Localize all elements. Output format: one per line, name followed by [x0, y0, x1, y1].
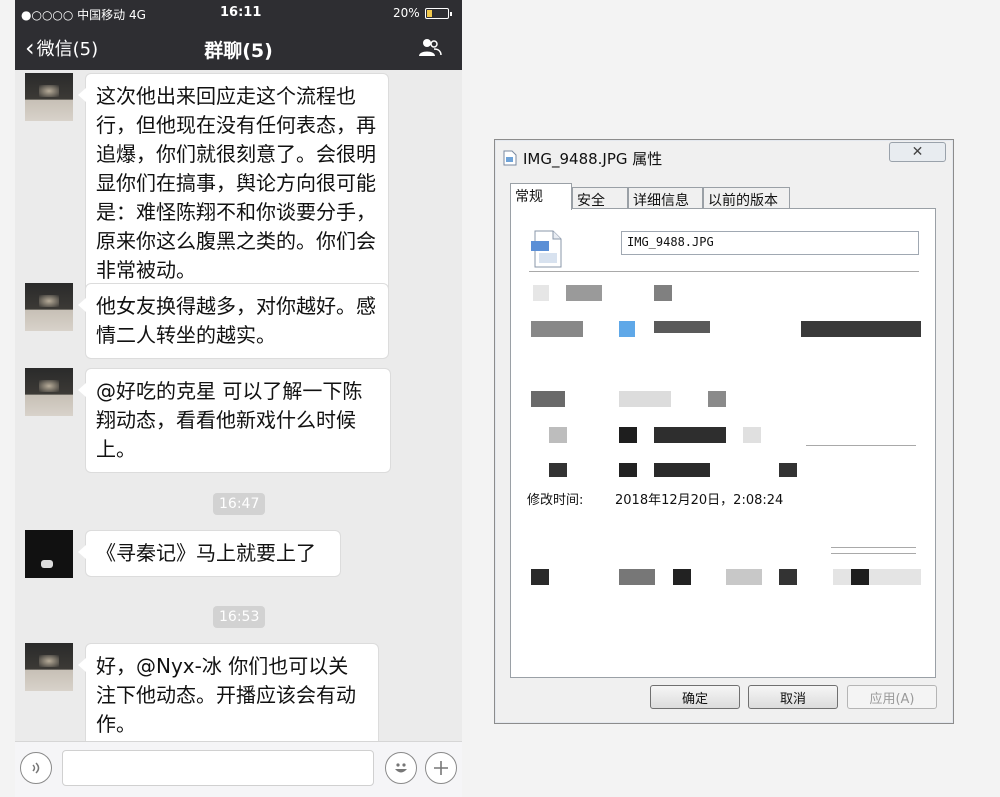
avatar[interactable]	[25, 73, 73, 121]
message-bubble[interactable]: @好吃的克星 可以了解一下陈翔动态，看看他新戏什么时候上。	[78, 368, 391, 473]
voice-icon	[32, 762, 40, 774]
ok-button[interactable]: 确定	[650, 685, 740, 709]
redacted-block	[531, 569, 549, 585]
message-bubble[interactable]: 好，@Nyx-冰 你们也可以关注下他动态。开播应该会有动作。	[78, 643, 379, 748]
redacted-block	[654, 427, 726, 443]
apply-button[interactable]: 应用(A)	[847, 685, 937, 709]
chat-title: 群聊(5)	[204, 40, 273, 62]
image-file-icon	[503, 150, 517, 166]
filename-field[interactable]: IMG_9488.JPG	[621, 231, 919, 255]
redacted-block	[549, 427, 567, 443]
battery-percent: 20%	[393, 6, 420, 20]
avatar[interactable]	[25, 530, 73, 578]
emoji-icon	[395, 763, 407, 773]
redacted-block	[851, 569, 869, 585]
redacted-block	[566, 285, 602, 301]
redacted-block	[779, 569, 797, 585]
redacted-block	[619, 321, 635, 337]
status-bar: ●○○○○ 中国移动 4G 16:11 20%	[15, 0, 462, 27]
redacted-block	[779, 463, 797, 477]
voice-button[interactable]	[20, 752, 52, 784]
wechat-phone-screen: ●○○○○ 中国移动 4G 16:11 20% ‹ 微信(5) 群聊(5) 这次…	[15, 0, 462, 797]
redacted-block	[619, 463, 637, 477]
redacted-block	[654, 321, 710, 333]
jpg-file-icon	[531, 230, 562, 268]
close-button[interactable]: ✕	[889, 142, 946, 162]
dialog-title: IMG_9488.JPG 属性	[523, 150, 663, 168]
redacted-block	[549, 463, 567, 477]
redacted-block	[743, 427, 761, 443]
redacted-block	[801, 321, 921, 337]
redacted-block	[531, 391, 565, 407]
close-icon: ✕	[911, 144, 924, 160]
general-tab-panel: IMG_9488.JPG 修改时间: 2018年12月20日，2:08:24	[510, 208, 936, 678]
dialog-titlebar[interactable]: IMG_9488.JPG 属性 ✕	[495, 140, 953, 176]
redacted-block	[708, 391, 726, 407]
battery-icon	[425, 8, 452, 19]
plus-icon	[434, 761, 448, 775]
redacted-block	[619, 427, 637, 443]
tab-previous-versions[interactable]: 以前的版本	[703, 187, 790, 209]
message-bubble[interactable]: 这次他出来回应走这个流程也行，但他现在没有任何表态，再追爆，你们就很刻意了。会很…	[78, 73, 389, 294]
message-bubble[interactable]: 《寻秦记》马上就要上了	[78, 530, 341, 577]
timestamp: 16:53	[213, 606, 266, 628]
redacted-block	[673, 569, 691, 585]
redacted-block	[533, 285, 549, 301]
redacted-block	[726, 569, 762, 585]
group-members-icon[interactable]	[418, 37, 442, 59]
tab-details[interactable]: 详细信息	[628, 187, 703, 209]
redacted-block	[654, 285, 672, 301]
separator	[831, 547, 916, 548]
chat-input-bar	[15, 741, 462, 797]
separator	[831, 553, 916, 554]
avatar[interactable]	[25, 368, 73, 416]
file-properties-dialog: IMG_9488.JPG 属性 ✕ 常规 安全 详细信息 以前的版本 IMG_9…	[494, 139, 954, 724]
tab-security[interactable]: 安全	[572, 187, 628, 209]
redacted-block	[619, 569, 655, 585]
avatar[interactable]	[25, 643, 73, 691]
chat-navbar: ‹ 微信(5) 群聊(5)	[15, 27, 462, 70]
message-input[interactable]	[62, 750, 374, 786]
tab-general[interactable]: 常规	[510, 183, 572, 210]
separator	[529, 271, 919, 272]
carrier-label: ●○○○○ 中国移动 4G	[21, 8, 146, 22]
modified-value: 2018年12月20日，2:08:24	[615, 493, 784, 508]
emoji-button[interactable]	[385, 752, 417, 784]
redacted-block	[619, 391, 671, 407]
add-button[interactable]	[425, 752, 457, 784]
redacted-block	[654, 463, 710, 477]
redacted-block	[833, 569, 921, 585]
clock: 16:11	[220, 5, 262, 20]
separator	[806, 445, 916, 446]
message-bubble[interactable]: 他女友换得越多，对你越好。感情二人转坐的越实。	[78, 283, 389, 359]
redacted-block	[531, 321, 583, 337]
avatar[interactable]	[25, 283, 73, 331]
cancel-button[interactable]: 取消	[748, 685, 838, 709]
modified-label: 修改时间:	[527, 493, 584, 508]
timestamp: 16:47	[213, 493, 266, 515]
